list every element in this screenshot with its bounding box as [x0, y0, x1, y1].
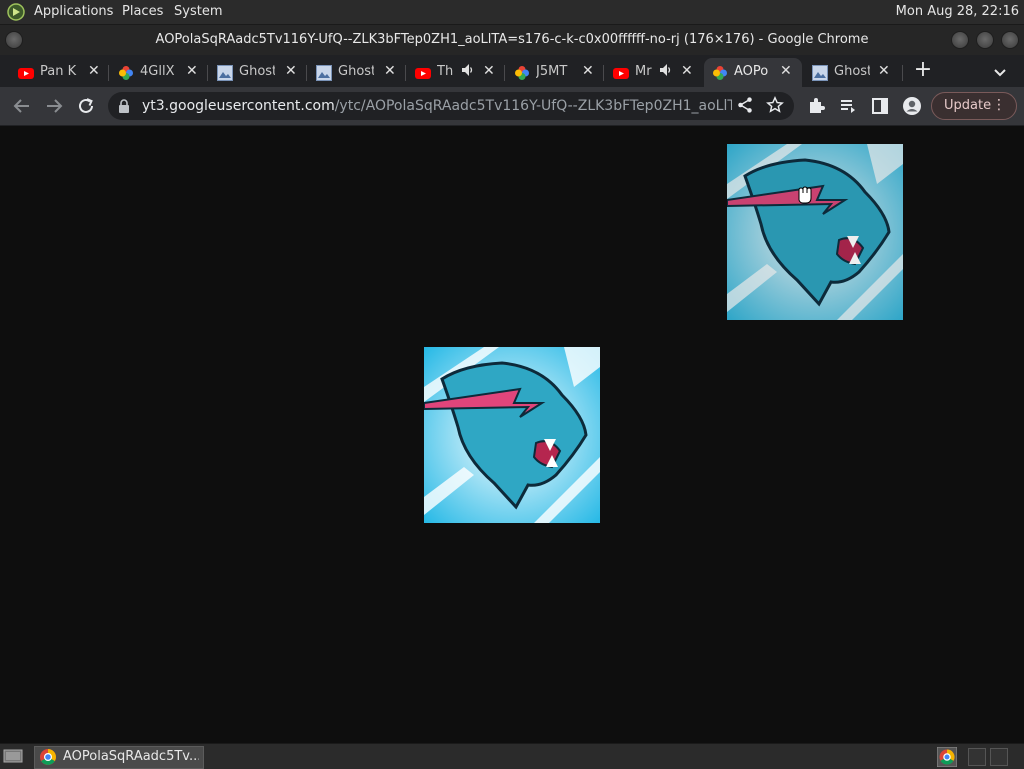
update-button[interactable]: Update ⋮ — [931, 92, 1017, 120]
youtube-icon — [415, 68, 431, 79]
tab-label: Pan K — [40, 64, 77, 79]
kebab-menu-icon[interactable]: ⋮ — [992, 97, 1006, 113]
mrbeast-panther-logo — [424, 347, 600, 523]
places-menu[interactable]: Places — [122, 4, 163, 19]
show-desktop-icon[interactable] — [3, 748, 23, 764]
back-arrow-icon[interactable] — [12, 96, 32, 116]
address-bar[interactable]: yt3.googleusercontent.com/ytc/AOPolaSqRA… — [108, 92, 794, 120]
image-icon — [316, 65, 332, 81]
tab-separator — [108, 65, 109, 81]
close-window-button[interactable] — [1001, 31, 1019, 49]
tab-label: Th — [437, 64, 454, 79]
mrbeast-panther-logo — [727, 144, 903, 320]
google-photos-icon — [515, 66, 529, 80]
tab-label: Ghost — [338, 64, 374, 79]
close-tab-icon[interactable]: ✕ — [681, 63, 693, 79]
workspace-2[interactable] — [990, 748, 1008, 766]
tab-label: 4GllX — [140, 64, 175, 79]
tab-youtube-mr[interactable]: Mr ✕ — [605, 58, 703, 87]
chrome-icon — [40, 749, 56, 765]
applications-menu[interactable]: Applications — [34, 4, 113, 19]
tab-ghost-3[interactable]: Ghost ✕ — [804, 58, 902, 87]
new-tab-button[interactable]: + — [912, 59, 934, 82]
youtube-icon — [18, 68, 34, 79]
dragged-image-preview[interactable] — [727, 144, 903, 320]
tab-strip: Pan K ✕ 4GllX ✕ Ghost ✕ Ghost ✕ Th ✕ J5M… — [0, 55, 1024, 87]
reload-icon[interactable] — [76, 96, 96, 116]
tab-ghost-2[interactable]: Ghost ✕ — [308, 58, 406, 87]
profile-avatar-icon[interactable] — [902, 96, 922, 116]
window-title: AOPolaSqRAadc5Tv116Y-UfQ--ZLK3bFTep0ZH1_… — [155, 32, 869, 47]
youtube-icon — [613, 68, 629, 79]
close-tab-icon[interactable]: ✕ — [780, 63, 792, 79]
window-titlebar[interactable]: AOPolaSqRAadc5Tv116Y-UfQ--ZLK3bFTep0ZH1_… — [0, 25, 1024, 55]
share-icon[interactable] — [736, 96, 754, 114]
forward-arrow-icon[interactable] — [44, 96, 64, 116]
close-tab-icon[interactable]: ✕ — [582, 63, 594, 79]
lock-icon[interactable] — [118, 99, 130, 113]
tab-active-aopo[interactable]: AOPo ✕ — [704, 58, 802, 87]
tab-label: AOPo — [734, 64, 769, 79]
tab-separator — [306, 65, 307, 81]
tab-photos-4gllx[interactable]: 4GllX ✕ — [110, 58, 208, 87]
tab-ghost-1[interactable]: Ghost ✕ — [209, 58, 307, 87]
tab-photos-j5mt[interactable]: J5MT ✕ — [506, 58, 604, 87]
browser-toolbar: yt3.googleusercontent.com/ytc/AOPolaSqRA… — [0, 87, 1024, 126]
tab-label: Ghost — [239, 64, 275, 79]
viewed-image[interactable] — [424, 347, 600, 523]
minimize-button[interactable] — [951, 31, 969, 49]
close-tab-icon[interactable]: ✕ — [384, 63, 396, 79]
tab-youtube-th[interactable]: Th ✕ — [407, 58, 505, 87]
bookmark-star-icon[interactable] — [766, 96, 784, 114]
tab-search-chevron-icon[interactable] — [992, 64, 1008, 80]
taskbar-chrome-window[interactable]: AOPolaSqRAadc5Tv... — [34, 746, 204, 769]
bottom-taskbar: AOPolaSqRAadc5Tv... — [0, 743, 1024, 769]
grab-hand-cursor-icon — [798, 186, 812, 204]
tab-youtube-pan[interactable]: Pan K ✕ — [10, 58, 110, 87]
clock[interactable]: Mon Aug 28, 22:16 — [896, 4, 1019, 19]
tab-separator — [207, 65, 208, 81]
tab-label: Mr — [635, 64, 652, 79]
image-viewer — [0, 126, 1024, 743]
tab-separator — [603, 65, 604, 81]
top-panel: Applications Places System Mon Aug 28, 2… — [0, 0, 1024, 25]
taskbar-window-label: AOPolaSqRAadc5Tv... — [63, 749, 199, 764]
close-tab-icon[interactable]: ✕ — [285, 63, 297, 79]
audio-playing-icon[interactable] — [461, 63, 473, 77]
url-text[interactable]: yt3.googleusercontent.com/ytc/AOPolaSqRA… — [142, 98, 732, 114]
system-menu[interactable]: System — [174, 4, 222, 19]
gnome-foot-icon[interactable] — [7, 3, 25, 21]
close-tab-icon[interactable]: ✕ — [88, 63, 100, 79]
tab-label: J5MT — [536, 64, 568, 79]
url-path: /ytc/AOPolaSqRAadc5Tv116Y-UfQ--ZLK3bFTep… — [334, 98, 732, 114]
url-host: yt3.googleusercontent.com — [142, 98, 335, 114]
maximize-button[interactable] — [976, 31, 994, 49]
side-panel-icon[interactable] — [870, 96, 890, 116]
close-tab-icon[interactable]: ✕ — [483, 63, 495, 79]
google-photos-icon — [119, 66, 133, 80]
image-icon — [217, 65, 233, 81]
tab-separator — [405, 65, 406, 81]
close-tab-icon[interactable]: ✕ — [186, 63, 198, 79]
media-queue-icon[interactable] — [838, 96, 858, 116]
workspace-1[interactable] — [968, 748, 986, 766]
google-photos-icon — [713, 66, 727, 80]
image-icon — [812, 65, 828, 81]
extensions-puzzle-icon[interactable] — [806, 96, 826, 116]
audio-playing-icon[interactable] — [659, 63, 671, 77]
tab-label: Ghost — [834, 64, 870, 79]
update-label: Update — [944, 98, 992, 113]
tab-separator — [504, 65, 505, 81]
close-tab-icon[interactable]: ✕ — [878, 63, 890, 79]
tab-separator — [902, 65, 903, 81]
chrome-tray-icon[interactable] — [937, 747, 957, 767]
